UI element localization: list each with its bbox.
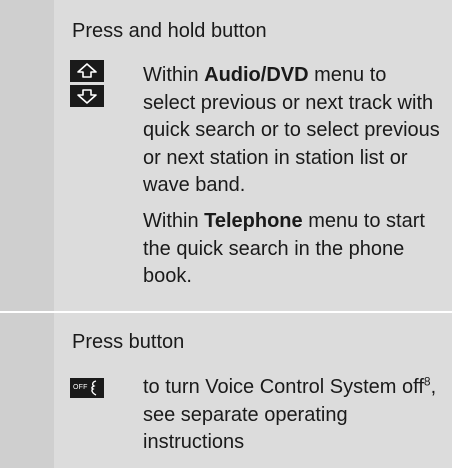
instruction-table: Press and hold button Within Audio/DVD m… xyxy=(0,0,452,468)
press-and-hold-row: Press and hold button Within Audio/DVD m… xyxy=(54,0,452,312)
arrow-buttons xyxy=(70,60,104,110)
voice-control-text: to turn Voice Control System off xyxy=(143,376,424,398)
telephone-instruction: Within Telephone menu to start the quick… xyxy=(143,208,442,291)
off-label: OFF xyxy=(73,384,88,391)
audio-dvd-menu-name: Audio/DVD xyxy=(204,64,309,86)
down-arrow-button-icon xyxy=(70,85,104,107)
press-and-hold-heading: Press and hold button xyxy=(72,20,267,42)
telephone-prefix: Within xyxy=(143,210,205,232)
footnote-marker: 8 xyxy=(423,374,431,389)
audio-dvd-instruction: Within Audio/DVD menu to select previous… xyxy=(143,62,442,200)
up-arrow-button-icon xyxy=(70,60,104,82)
press-button-heading: Press button xyxy=(72,331,185,353)
voice-control-off-button-icon: OFF xyxy=(70,378,104,398)
press-button-row: Press button OFF to turn Voice Control S… xyxy=(54,313,452,468)
audio-dvd-prefix: Within xyxy=(143,64,205,86)
telephone-menu-name: Telephone xyxy=(204,210,303,232)
voice-control-instruction: to turn Voice Control System off8, see s… xyxy=(143,374,442,457)
left-column xyxy=(0,0,54,468)
